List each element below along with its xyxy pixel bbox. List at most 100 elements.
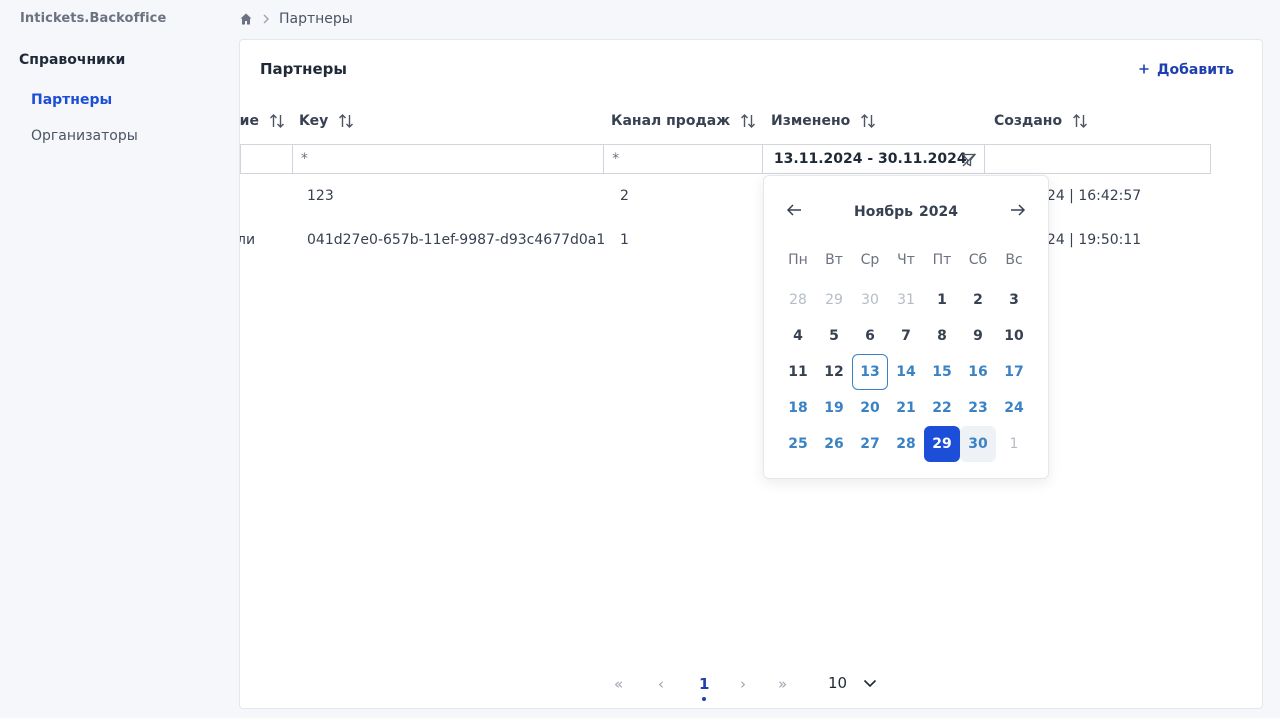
sidebar-section-title: Справочники	[19, 52, 126, 68]
sort-icon[interactable]	[860, 113, 876, 129]
date-range-picker: Ноябрь 2024 Пн Вт Ср Чт Пт Сб Вс 28 29 30…	[763, 175, 1049, 479]
page-size-value: 10	[828, 674, 848, 692]
calendar-day[interactable]: 7	[888, 318, 924, 354]
filter-created-input[interactable]	[985, 145, 1210, 173]
filter-channel-input[interactable]: *	[604, 145, 763, 173]
column-header-created[interactable]: Создано	[994, 112, 1088, 130]
calendar-day[interactable]: 2	[960, 282, 996, 318]
calendar-day[interactable]: 9	[960, 318, 996, 354]
page-size-select[interactable]: 10	[828, 674, 877, 692]
calendar-day[interactable]: 26	[816, 426, 852, 462]
cell-name: ли	[240, 232, 256, 248]
calendar-day[interactable]: 17	[996, 354, 1032, 390]
calendar-day[interactable]: 21	[888, 390, 924, 426]
calendar-day[interactable]: 1	[924, 282, 960, 318]
partners-card: Партнеры Добавить ние Key Канал продаж И…	[239, 39, 1263, 709]
column-header-key[interactable]: Key	[299, 112, 354, 130]
chevron-down-icon	[863, 674, 877, 692]
calendar-day[interactable]: 12	[816, 354, 852, 390]
sort-icon[interactable]	[740, 113, 756, 129]
calendar-day[interactable]: 16	[960, 354, 996, 390]
calendar-day-range-start[interactable]: 13	[852, 354, 888, 390]
weekday-label: Вс	[1005, 252, 1023, 268]
calendar-day[interactable]: 8	[924, 318, 960, 354]
cell-created: 024 | 19:50:11	[1038, 232, 1142, 248]
cell-channel: 2	[620, 188, 629, 204]
calendar-day-selected[interactable]: 29	[924, 426, 960, 462]
calendar-day[interactable]: 6	[852, 318, 888, 354]
next-page-button[interactable]: ›	[740, 675, 746, 693]
home-icon[interactable]	[239, 12, 253, 26]
add-button-label: Добавить	[1157, 62, 1234, 78]
weekday-label: Ср	[860, 252, 880, 268]
column-header-modified[interactable]: Изменено	[771, 112, 876, 130]
chevron-right-icon	[261, 13, 271, 25]
calendar-day[interactable]: 25	[780, 426, 816, 462]
calendar-day[interactable]: 22	[924, 390, 960, 426]
calendar-day[interactable]: 10	[996, 318, 1032, 354]
sort-icon[interactable]	[269, 113, 285, 129]
plus-icon	[1139, 62, 1149, 78]
calendar-day[interactable]: 31	[888, 282, 924, 318]
filter-modified-input[interactable]: 13.11.2024 - 30.11.2024	[763, 145, 986, 173]
cell-channel: 1	[620, 232, 629, 248]
weekday-label: Чт	[897, 252, 915, 268]
cell-key: 041d27e0-657b-11ef-9987-d93c4677d0a1	[307, 232, 606, 248]
first-page-button[interactable]: «	[614, 675, 623, 693]
filter-modified-value: 13.11.2024 - 30.11.2024	[773, 151, 967, 167]
breadcrumb-current: Партнеры	[279, 11, 353, 27]
app-logo: Intickets.Backoffice	[20, 11, 167, 26]
column-label: Канал продаж	[611, 113, 731, 129]
calendar-day[interactable]: 30	[852, 282, 888, 318]
filter-row: * * 13.11.2024 - 30.11.2024	[240, 144, 1211, 174]
calendar-day[interactable]: 5	[816, 318, 852, 354]
calendar-day[interactable]: 19	[816, 390, 852, 426]
month-year-label: Ноябрь 2024	[764, 204, 1048, 220]
calendar-day[interactable]: 18	[780, 390, 816, 426]
calendar-day[interactable]: 4	[780, 318, 816, 354]
month-label[interactable]: Ноябрь	[854, 204, 913, 220]
sort-icon[interactable]	[338, 113, 354, 129]
filter-key-input[interactable]: *	[293, 145, 605, 173]
calendar-grid: Пн Вт Ср Чт Пт Сб Вс 28 29 30 31 1 2 3 4…	[780, 246, 1032, 462]
calendar-day[interactable]: 15	[924, 354, 960, 390]
column-label: Создано	[994, 113, 1063, 129]
next-month-button[interactable]	[1010, 202, 1026, 221]
calendar-day[interactable]: 24	[996, 390, 1032, 426]
last-page-button[interactable]: »	[778, 675, 787, 693]
calendar-day[interactable]: 3	[996, 282, 1032, 318]
calendar-day-range-end[interactable]: 30	[960, 426, 996, 462]
page-title: Партнеры	[260, 60, 347, 78]
filter-name-input[interactable]	[241, 145, 293, 173]
calendar-day[interactable]: 28	[780, 282, 816, 318]
pagination: « ‹ 1 › » 10	[240, 670, 1262, 701]
calendar-day[interactable]: 14	[888, 354, 924, 390]
cell-key: 123	[307, 188, 334, 204]
calendar-day[interactable]: 28	[888, 426, 924, 462]
calendar-day[interactable]: 1	[996, 426, 1032, 462]
column-label: ние	[239, 113, 259, 129]
cell-created: 024 | 16:42:57	[1038, 188, 1142, 204]
sort-icon[interactable]	[1072, 113, 1088, 129]
calendar-day[interactable]: 27	[852, 426, 888, 462]
filter-clear-icon[interactable]	[961, 152, 977, 172]
breadcrumb: Партнеры	[239, 10, 353, 28]
weekday-label: Вт	[825, 252, 843, 268]
current-page-button[interactable]: 1	[699, 675, 709, 701]
year-label[interactable]: 2024	[919, 204, 958, 220]
sidebar-item-organizers[interactable]: Организаторы	[31, 128, 138, 144]
weekday-label: Пт	[932, 252, 952, 268]
calendar-day[interactable]: 29	[816, 282, 852, 318]
calendar-day[interactable]: 20	[852, 390, 888, 426]
weekday-label: Сб	[968, 252, 988, 268]
column-header-sales-channel[interactable]: Канал продаж	[611, 112, 756, 130]
sidebar-item-partners[interactable]: Партнеры	[31, 92, 112, 108]
column-label: Изменено	[771, 113, 851, 129]
add-button[interactable]: Добавить	[1139, 62, 1234, 78]
prev-page-button[interactable]: ‹	[658, 675, 664, 693]
column-header-name[interactable]: ние	[239, 112, 285, 130]
column-label: Key	[299, 113, 329, 129]
calendar-day[interactable]: 11	[780, 354, 816, 390]
weekday-label: Пн	[788, 252, 808, 268]
calendar-day[interactable]: 23	[960, 390, 996, 426]
